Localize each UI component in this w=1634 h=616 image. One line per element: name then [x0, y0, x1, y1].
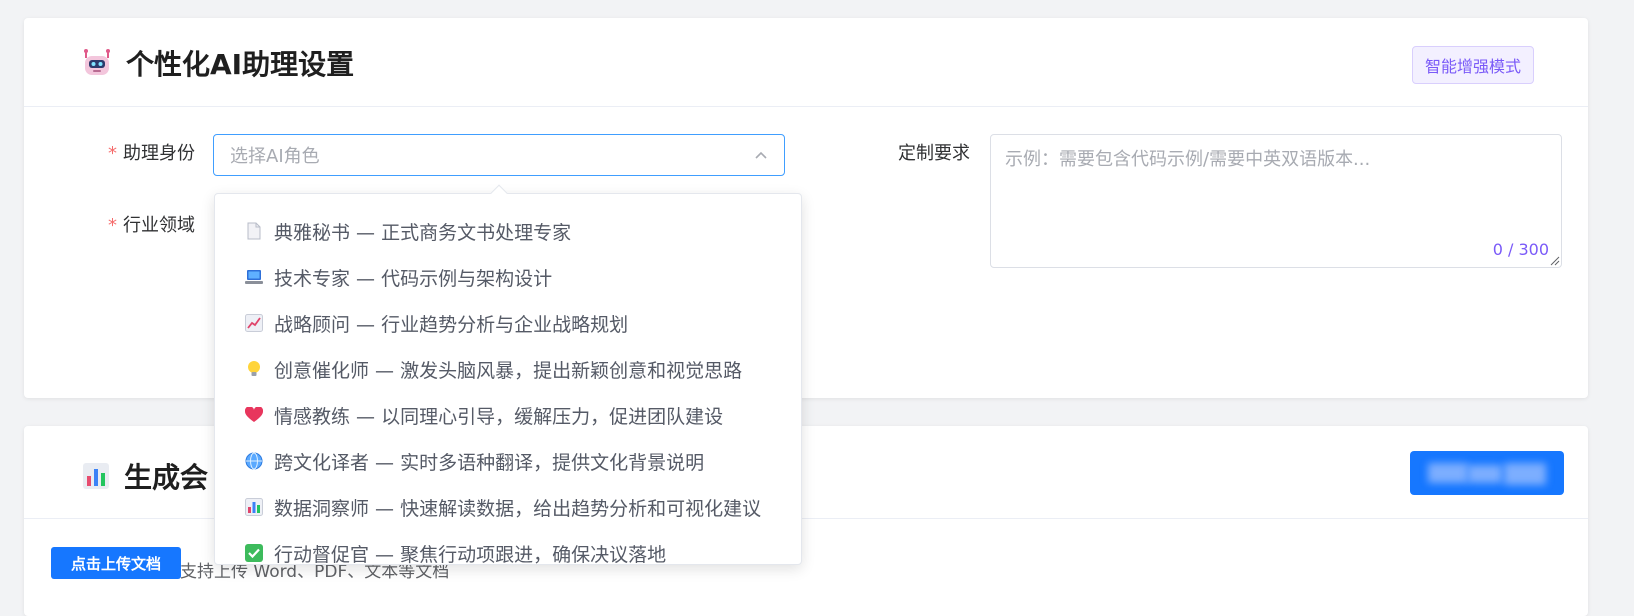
enhanced-mode-badge: 智能增强模式 [1411, 46, 1534, 84]
assistant-identity-label: * 助理身份 [108, 143, 195, 164]
laptop-icon [245, 268, 263, 286]
globe-icon [245, 452, 263, 470]
option-label: 跨文化译者 — 实时多语种翻译，提供文化背景说明 [274, 451, 705, 474]
generate-title: 生成会 [124, 461, 209, 494]
custom-requirements-textarea[interactable]: 示例：需要包含代码示例/需要中英双语版本... 0 / 300 [990, 134, 1562, 268]
role-option-cross-cultural-translator[interactable]: 跨文化译者 — 实时多语种翻译，提供文化背景说明 [215, 438, 801, 484]
role-option-tech-expert[interactable]: 技术专家 — 代码示例与架构设计 [215, 254, 801, 300]
generate-action-button[interactable] [1410, 451, 1564, 495]
generate-card-title: 生成会 [82, 456, 208, 496]
resize-handle-icon[interactable] [1548, 254, 1560, 266]
bar-chart-icon [245, 498, 263, 516]
custom-requirements-label: 定制要求 [898, 143, 970, 164]
check-icon [245, 544, 263, 562]
option-label: 典雅秘书 — 正式商务文书处理专家 [274, 221, 572, 244]
lightbulb-icon [245, 360, 263, 378]
settings-card-header: 个性化AI助理设置 智能增强模式 [24, 18, 1588, 107]
role-dropdown-menu: 典雅秘书 — 正式商务文书处理专家 技术专家 — 代码示例与架构设计 战略顾问 … [214, 184, 802, 566]
role-option-creative-catalyst[interactable]: 创意催化师 — 激发头脑风暴，提出新颖创意和视觉思路 [215, 346, 801, 392]
option-label: 数据洞察师 — 快速解读数据，给出趋势分析和可视化建议 [274, 497, 762, 520]
assistant-role-select[interactable]: 选择AI角色 [213, 134, 785, 176]
chevron-up-icon [755, 151, 767, 159]
role-option-secretary[interactable]: 典雅秘书 — 正式商务文书处理专家 [215, 208, 801, 254]
settings-title: 个性化AI助理设置 [126, 48, 355, 81]
document-icon [245, 222, 263, 240]
chart-up-icon [245, 314, 263, 332]
option-label: 战略顾问 — 行业趋势分析与企业战略规划 [274, 313, 629, 336]
requirements-placeholder: 示例：需要包含代码示例/需要中英双语版本... [1005, 149, 1371, 170]
character-counter: 0 / 300 [1492, 240, 1549, 259]
option-label: 创意催化师 — 激发头脑风暴，提出新颖创意和视觉思路 [274, 359, 743, 382]
bar-chart-icon [82, 462, 110, 490]
role-option-emotional-coach[interactable]: 情感教练 — 以同理心引导，缓解压力，促进团队建设 [215, 392, 801, 438]
role-option-data-insight[interactable]: 数据洞察师 — 快速解读数据，给出趋势分析和可视化建议 [215, 484, 801, 530]
role-option-strategy-consultant[interactable]: 战略顾问 — 行业趋势分析与企业战略规划 [215, 300, 801, 346]
required-mark: * [108, 143, 117, 164]
upload-document-button[interactable]: 点击上传文档 [51, 547, 181, 579]
robot-icon [82, 48, 112, 78]
option-label: 技术专家 — 代码示例与架构设计 [274, 267, 553, 290]
option-label: 情感教练 — 以同理心引导，缓解压力，促进团队建设 [274, 405, 724, 428]
required-mark: * [108, 215, 117, 236]
role-select-placeholder: 选择AI角色 [230, 146, 320, 167]
role-option-action-supervisor[interactable]: 行动督促官 — 聚焦行动项跟进，确保决议落地 [215, 530, 801, 576]
heart-icon [245, 406, 263, 424]
option-label: 行动督促官 — 聚焦行动项跟进，确保决议落地 [274, 543, 667, 566]
settings-card-title: 个性化AI助理设置 [82, 43, 354, 83]
industry-label: * 行业领域 [108, 215, 195, 236]
